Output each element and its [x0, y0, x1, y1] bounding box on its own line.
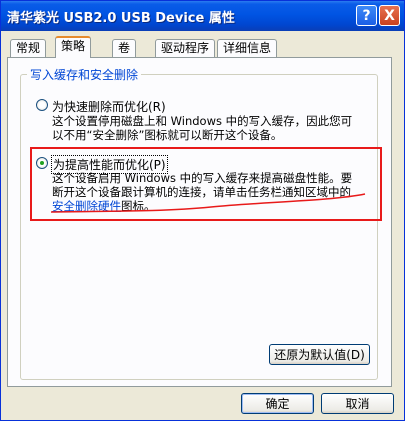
safely-remove-hardware-link[interactable]: 安全删除硬件 [52, 199, 121, 213]
groupbox-title: 写入缓存和安全删除 [27, 66, 142, 83]
performance-desc-tail: 图标。 [121, 199, 156, 213]
title-bar[interactable]: 清华紫光 USB2.0 USB Device 属性 ? X [1, 1, 404, 31]
performance-desc-line1: 这个设备启用 Windows 中的写入缓存来提高磁盘性能。要 [52, 171, 353, 185]
quick-removal-label[interactable]: 为快速删除而优化(R) [52, 98, 166, 115]
performance-desc-line3: 安全删除硬件图标。 [52, 199, 156, 213]
cancel-button[interactable]: 取消 [321, 393, 394, 414]
performance-radio[interactable] [36, 157, 48, 169]
quick-removal-desc-line2: 以不用“安全删除”图标就可以断开这个设备。 [52, 128, 283, 142]
policies-panel: 写入缓存和安全删除 为快速删除而优化(R) 这个设置停用磁盘上和 Windows… [7, 57, 392, 387]
quick-removal-desc-line1: 这个设置停用磁盘上和 Windows 中的写入缓存，因此您可 [52, 114, 353, 128]
window-title: 清华紫光 USB2.0 USB Device 属性 [7, 11, 235, 26]
tab-general[interactable]: 常规 [10, 39, 47, 57]
performance-desc-line2: 断开这个设备跟计算机的连接，请单击任务栏通知区域中的 [52, 185, 351, 199]
close-button[interactable]: X [379, 5, 400, 26]
quick-removal-radio[interactable] [36, 99, 48, 111]
tab-volumes[interactable]: 卷 [112, 39, 137, 57]
restore-defaults-button[interactable]: 还原为默认值(D) [269, 344, 370, 365]
ok-button[interactable]: 确定 [241, 393, 314, 414]
properties-window: 清华紫光 USB2.0 USB Device 属性 ? X 常规 策略 卷 驱动… [0, 0, 405, 421]
help-button[interactable]: ? [356, 5, 377, 26]
tab-policies[interactable]: 策略 [55, 36, 92, 58]
tab-details[interactable]: 详细信息 [217, 39, 278, 57]
tab-driver[interactable]: 驱动程序 [155, 39, 216, 57]
